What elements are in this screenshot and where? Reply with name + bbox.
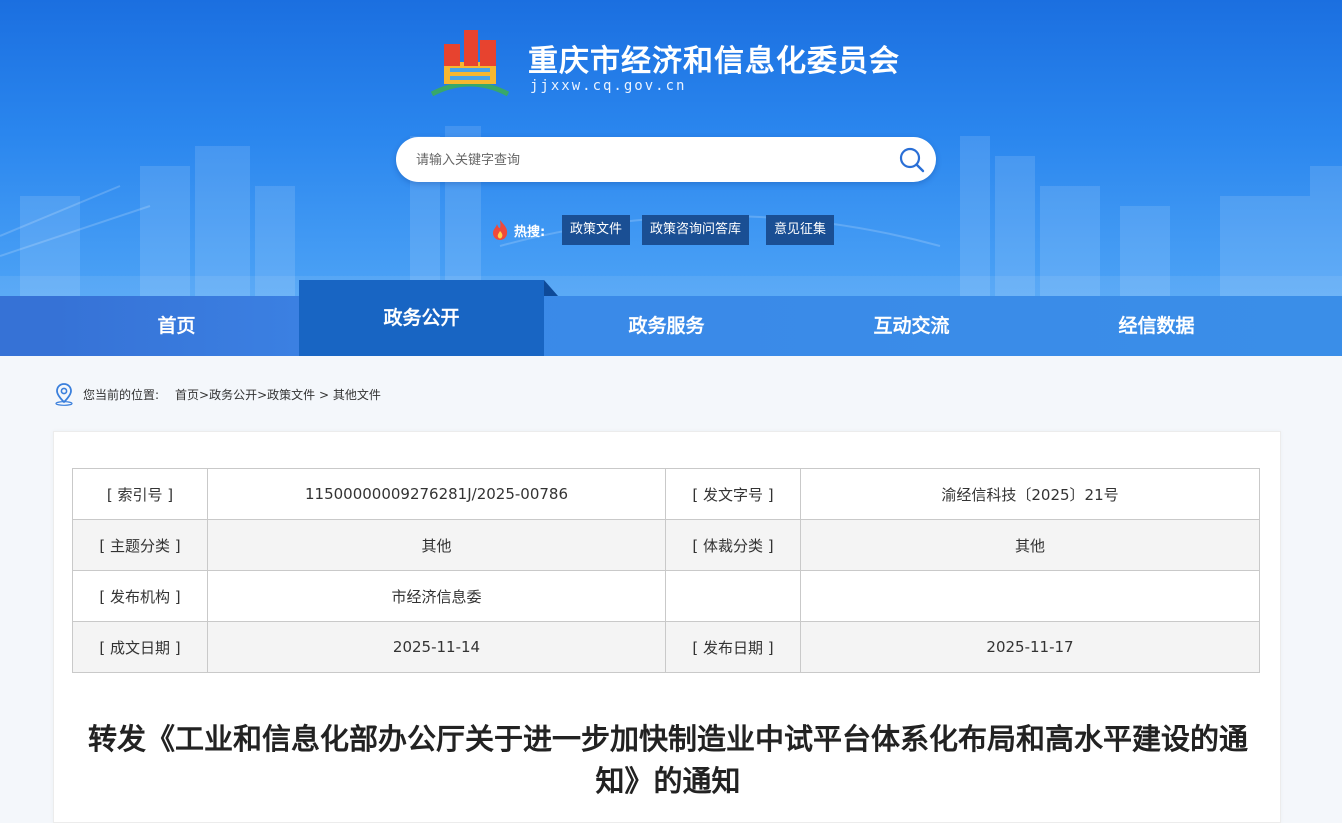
document-title: 转发《工业和信息化部办公厅关于进一步加快制造业中试平台体系化布局和高水平建设的通… xyxy=(87,722,1248,798)
search-input[interactable] xyxy=(414,137,888,184)
nav-item-economic-data[interactable]: 经信数据 xyxy=(1034,296,1279,356)
logo-mark-icon xyxy=(430,30,510,97)
meta-value-publish-date: 2025-11-17 xyxy=(800,621,1260,673)
nav-item-interaction[interactable]: 互动交流 xyxy=(789,296,1034,356)
meta-row: [ 成文日期 ] 2025-11-14 [ 发布日期 ] 2025-11-17 xyxy=(72,621,1260,673)
breadcrumb-path: 首页>政务公开>政策文件 > 其他文件 xyxy=(175,388,381,402)
meta-key-written-date: [ 成文日期 ] xyxy=(72,621,208,673)
nav-item-home[interactable]: 首页 xyxy=(54,296,299,356)
meta-key-issuing-agency: [ 发布机构 ] xyxy=(72,570,208,622)
search-bar xyxy=(396,137,936,184)
breadcrumb-link-policy-files[interactable]: 政策文件 xyxy=(267,388,315,402)
nav-left-filler xyxy=(0,296,54,356)
meta-key-publish-date: [ 发布日期 ] xyxy=(665,621,801,673)
meta-row: [ 主题分类 ] 其他 [ 体裁分类 ] 其他 xyxy=(72,519,1260,571)
nav-item-government-services[interactable]: 政务服务 xyxy=(544,296,789,356)
meta-value-empty xyxy=(800,570,1260,622)
meta-value-index-number: 11500000009276281J/2025-00786 xyxy=(207,468,666,520)
meta-key-subject-category: [ 主题分类 ] xyxy=(72,519,208,571)
meta-key-genre-category: [ 体裁分类 ] xyxy=(665,519,801,571)
site-logo[interactable]: 重庆市经济和信息化委员会 jjxxw.cq.gov.cn xyxy=(428,24,928,100)
meta-row: [ 发布机构 ] 市经济信息委 xyxy=(72,570,1260,622)
meta-value-subject-category: 其他 xyxy=(207,519,666,571)
header-banner: 重庆市经济和信息化委员会 jjxxw.cq.gov.cn 热搜: 政策文件 政策… xyxy=(0,0,1342,296)
hot-tag-policy-qa[interactable]: 政策咨询问答库 xyxy=(642,215,750,245)
breadcrumb-label: 您当前的位置: xyxy=(83,388,160,402)
hot-search-label: 热搜: xyxy=(514,225,546,240)
document-meta-table: [ 索引号 ] 11500000009276281J/2025-00786 [ … xyxy=(72,468,1260,673)
article-card: [ 索引号 ] 11500000009276281J/2025-00786 [ … xyxy=(53,431,1281,823)
meta-value-written-date: 2025-11-14 xyxy=(207,621,666,673)
meta-key-index-number: [ 索引号 ] xyxy=(72,468,208,520)
meta-key-document-number: [ 发文字号 ] xyxy=(665,468,801,520)
meta-row: [ 索引号 ] 11500000009276281J/2025-00786 [ … xyxy=(72,468,1260,520)
nav-item-government-affairs-disclosure[interactable]: 政务公开 xyxy=(299,280,558,356)
search-icon[interactable] xyxy=(898,146,926,174)
meta-value-genre-category: 其他 xyxy=(800,519,1260,571)
site-title: 重庆市经济和信息化委员会 xyxy=(528,44,900,79)
breadcrumb-link-government-affairs[interactable]: 政务公开 xyxy=(209,388,257,402)
fire-icon xyxy=(493,220,508,240)
breadcrumb-link-other-files[interactable]: 其他文件 xyxy=(333,388,381,402)
meta-value-document-number: 渝经信科技〔2025〕21号 xyxy=(800,468,1260,520)
location-pin-icon xyxy=(55,383,73,406)
site-domain: jjxxw.cq.gov.cn xyxy=(530,78,687,94)
main-nav: 首页 政务公开 政务服务 互动交流 经信数据 xyxy=(0,280,1342,356)
hot-tag-opinion-collection[interactable]: 意见征集 xyxy=(766,215,835,245)
meta-value-issuing-agency: 市经济信息委 xyxy=(207,570,666,622)
breadcrumb-link-home[interactable]: 首页 xyxy=(175,388,199,402)
hot-tag-policy-files[interactable]: 政策文件 xyxy=(562,215,631,245)
meta-key-empty xyxy=(665,570,801,622)
